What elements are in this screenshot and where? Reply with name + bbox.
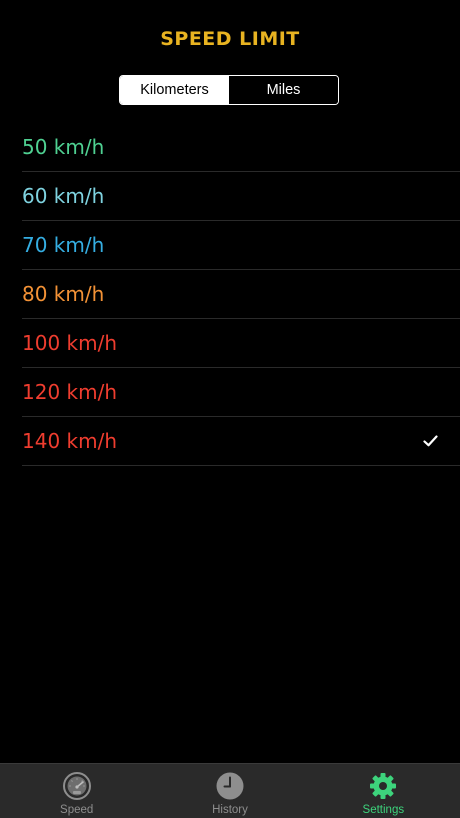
clock-icon [216,772,244,800]
speed-option-140[interactable]: 140 km/h [22,417,460,466]
checkmark-icon [423,435,438,447]
tab-history[interactable]: History [153,764,306,818]
page-title: SPEED LIMIT [160,28,300,50]
miles-segment[interactable]: Miles [229,76,338,104]
speed-option-label: 140 km/h [22,429,118,453]
tab-label: Speed [60,804,94,816]
speed-option-label: 70 km/h [22,233,105,257]
speed-option-120[interactable]: 120 km/h [22,368,460,417]
tab-settings[interactable]: Settings [307,764,460,818]
speed-option-70[interactable]: 70 km/h [22,221,460,270]
speed-option-100[interactable]: 100 km/h [22,319,460,368]
tab-bar: Speed History Settings [0,763,460,818]
speed-option-60[interactable]: 60 km/h [22,172,460,221]
unit-segmented-control[interactable]: Kilometers Miles [119,75,339,105]
kilometers-segment[interactable]: Kilometers [120,76,229,104]
tab-label: Settings [362,804,405,816]
speed-limit-list: 50 km/h 60 km/h 70 km/h 80 km/h 100 km/h… [22,123,460,466]
gear-icon [370,773,397,799]
speed-option-80[interactable]: 80 km/h [22,270,460,319]
speed-option-label: 100 km/h [22,331,118,355]
speed-option-label: 80 km/h [22,282,105,306]
tab-label: History [212,804,248,816]
tab-speed[interactable]: Speed [0,764,153,818]
speed-option-label: 60 km/h [22,184,105,208]
speed-option-50[interactable]: 50 km/h [22,123,460,172]
speedometer-icon [62,772,91,800]
speed-option-label: 50 km/h [22,135,105,159]
speed-option-label: 120 km/h [22,380,118,404]
